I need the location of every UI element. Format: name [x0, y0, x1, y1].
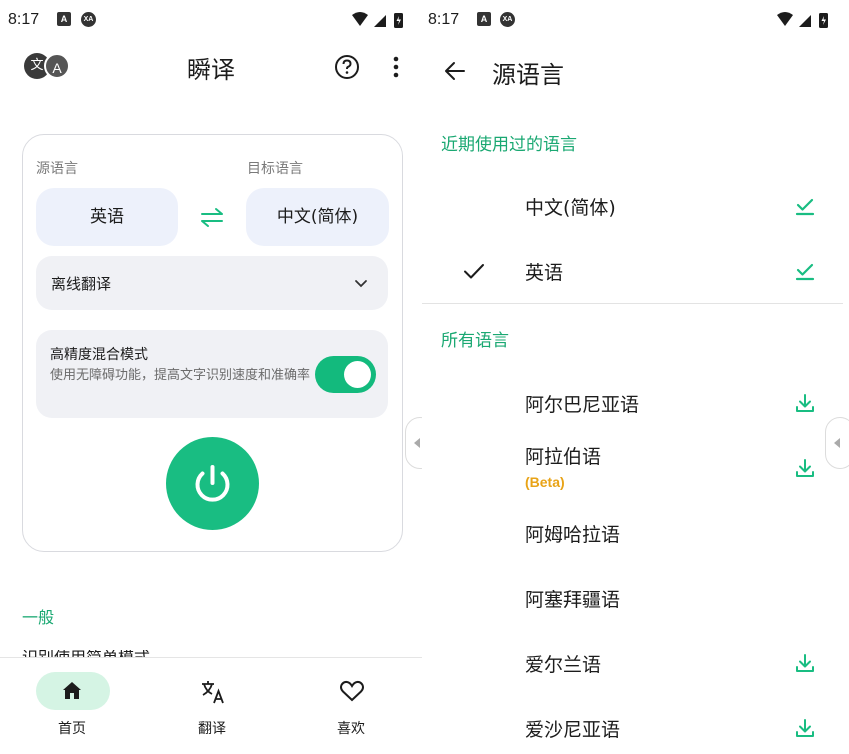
language-name: 爱沙尼亚语 [525, 719, 621, 741]
status-time: 8:17 [8, 11, 40, 28]
nav-favorites-label: 喜欢 [337, 721, 365, 737]
notification-xa-icon: XA [500, 12, 515, 27]
notification-xa-icon: XA [81, 12, 96, 27]
language-name: 中文(简体) [525, 197, 616, 219]
recent-languages-header: 近期使用过的语言 [441, 135, 577, 155]
more-options-icon[interactable] [384, 54, 408, 80]
all-languages-header: 所有语言 [441, 331, 509, 351]
download-icon[interactable] [794, 652, 816, 674]
page-title: 源语言 [492, 61, 564, 89]
language-row[interactable]: 中文(简体) [422, 176, 849, 236]
language-name: 阿尔巴尼亚语 [525, 394, 640, 416]
language-row-selected[interactable]: 英语 [422, 241, 849, 301]
selected-check-icon [464, 264, 484, 279]
nav-favorites[interactable]: 喜欢 [301, 658, 401, 754]
edge-arrow-icon [834, 438, 840, 448]
beta-badge: (Beta) [525, 474, 565, 490]
language-name: 阿塞拜疆语 [525, 589, 621, 611]
mixed-mode-setting: 高精度混合模式 使用无障碍功能，提高文字识别速度和准确率 [36, 330, 388, 418]
language-row[interactable]: 阿姆哈拉语 [422, 502, 849, 562]
downloaded-icon[interactable] [794, 260, 816, 282]
language-row[interactable]: 阿尔巴尼亚语 [422, 372, 849, 432]
edge-handle[interactable] [405, 417, 422, 469]
nav-home-label: 首页 [58, 721, 86, 737]
power-icon [195, 465, 230, 502]
language-name: 英语 [525, 262, 564, 284]
section-divider [422, 303, 843, 304]
signal-battery-icons [777, 12, 828, 28]
edge-handle[interactable] [825, 417, 849, 469]
target-language-button[interactable]: 中文(简体) [246, 188, 389, 246]
target-language-label: 目标语言 [247, 161, 303, 177]
source-language-label: 源语言 [36, 161, 78, 177]
nav-home[interactable]: 首页 [22, 658, 122, 754]
bottom-navigation: 首页 翻译 喜欢 [0, 657, 422, 754]
mixed-mode-description: 使用无障碍功能，提高文字识别速度和准确率 [50, 368, 311, 383]
language-name: 阿姆哈拉语 [525, 524, 621, 546]
nav-translate-label: 翻译 [198, 721, 226, 737]
language-row[interactable]: 阿塞拜疆语 [422, 567, 849, 627]
language-name: 阿拉伯语 [525, 446, 602, 468]
status-bar: 8:17 A XA [422, 0, 849, 40]
home-screen: 8:17 A XA 文 A 瞬译 源语言 目标语言 英语 中文(简体) 离线翻译 [0, 0, 422, 754]
download-icon[interactable] [794, 457, 816, 479]
nav-translate[interactable]: 翻译 [162, 658, 262, 754]
chevron-down-icon [355, 280, 367, 288]
download-icon[interactable] [794, 392, 816, 414]
mixed-mode-title: 高精度混合模式 [50, 347, 148, 363]
status-bar: 8:17 A XA [0, 0, 422, 40]
notification-a-icon: A [477, 12, 491, 26]
downloaded-icon[interactable] [794, 195, 816, 217]
status-time: 8:17 [428, 11, 460, 28]
translation-mode-value: 离线翻译 [51, 275, 112, 293]
mixed-mode-toggle[interactable] [315, 356, 376, 393]
language-row[interactable]: 爱沙尼亚语 [422, 697, 849, 754]
heart-icon [340, 680, 364, 702]
language-row[interactable]: 爱尔兰语 [422, 632, 849, 692]
translation-mode-dropdown[interactable]: 离线翻译 [36, 256, 388, 310]
swap-languages-icon[interactable] [197, 205, 227, 229]
download-icon[interactable] [794, 717, 816, 739]
source-language-screen: 8:17 A XA 源语言 近期使用过的语言 中文(简体) 英语 所有语言 阿尔… [422, 0, 849, 754]
source-language-button[interactable]: 英语 [36, 188, 178, 246]
language-name: 爱尔兰语 [525, 654, 602, 676]
power-button[interactable] [166, 437, 259, 530]
help-icon[interactable] [334, 54, 360, 80]
section-general-header: 一般 [22, 608, 55, 627]
signal-battery-icons [352, 12, 403, 28]
notification-a-icon: A [57, 12, 71, 26]
translate-icon [202, 681, 224, 704]
language-row[interactable]: 阿拉伯语 (Beta) [422, 437, 849, 501]
back-arrow-icon[interactable] [442, 58, 468, 84]
toggle-knob [344, 361, 371, 388]
edge-arrow-icon [414, 438, 420, 448]
home-icon [63, 682, 81, 699]
